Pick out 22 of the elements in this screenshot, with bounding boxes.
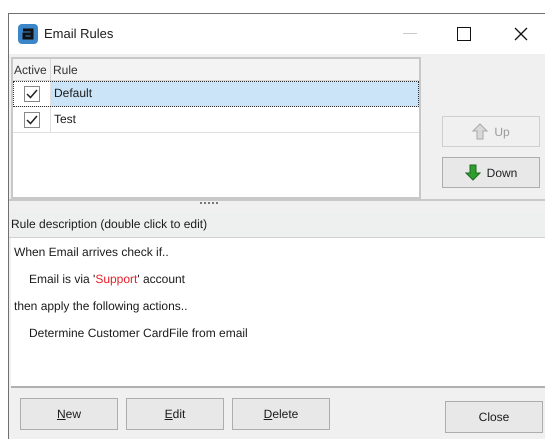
down-arrow-icon [464,164,481,181]
description-line: then apply the following actions.. [13,298,188,315]
description-line: Email is via 'Support' account [28,271,185,288]
splitter-handle-icon[interactable] [199,202,221,205]
column-header[interactable]: Rule [51,59,78,80]
active-checkbox[interactable] [24,86,40,102]
active-checkbox[interactable] [24,112,40,128]
down-button[interactable]: Down [442,157,540,188]
action-button[interactable]: Edit [126,398,224,430]
action-button[interactable]: New [20,398,118,430]
description-line: When Email arrives check if.. [13,244,169,261]
window-title: Email Rules [44,25,114,44]
rule-row[interactable]: Test [13,107,419,133]
column-header[interactable]: Active [13,59,51,80]
table-cell-text: Test [53,111,78,128]
description-line: Determine Customer CardFile from email [28,325,248,342]
app-logo-icon [18,24,38,44]
maximize-icon[interactable] [457,27,471,41]
close-icon[interactable] [514,27,528,41]
close-button[interactable]: Close [445,401,543,433]
up-arrow-icon [472,123,488,140]
action-button[interactable]: Delete [232,398,330,430]
